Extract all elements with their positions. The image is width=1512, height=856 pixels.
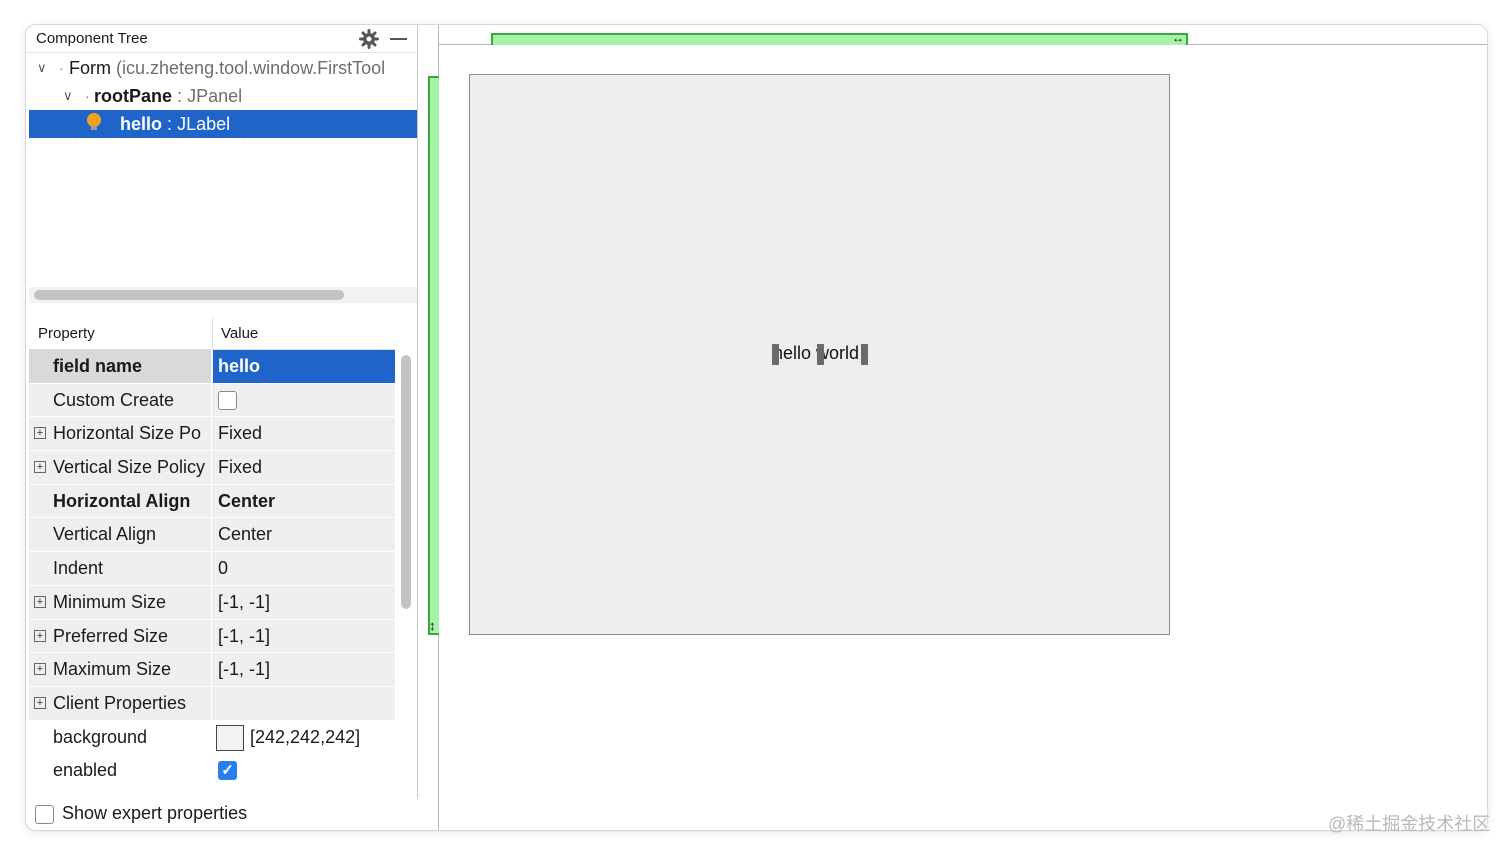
row-ruler-strip: ↕ [419,25,439,830]
selection-handle-middle[interactable] [817,344,824,365]
column-ruler[interactable]: ↔ [491,31,1188,45]
property-value[interactable] [213,687,395,720]
property-value[interactable]: Center [213,518,395,551]
custom-create-checkbox[interactable] [218,390,237,410]
watermark: @稀土掘金技术社区 [1328,814,1491,834]
tree-node-form[interactable]: ∨ · Form (icu.zheteng.tool.window.FirstT… [29,54,417,82]
tree-node-name: rootPane [94,86,173,106]
lightbulb-base [91,126,97,130]
property-name: Custom Create [29,383,212,417]
column-resize-icon[interactable]: ↔ [1172,31,1184,45]
property-value[interactable]: [242,242,242] [250,721,360,753]
property-row-custom-create[interactable]: Custom Create [29,383,395,418]
property-row-vertical-size-policy[interactable]: + Vertical Size Policy Fixed [29,451,395,485]
component-tree: ∨ · Form (icu.zheteng.tool.window.FirstT… [29,54,417,138]
form-designer-canvas[interactable]: ↕ ↔ hello world [419,25,1487,830]
property-name: Vertical Size Policy [53,457,206,478]
show-expert-checkbox[interactable] [35,805,54,824]
left-panel: Component Tree ∨ · Form (icu.zheteng.too… [26,25,418,830]
column-ruler-strip: ↔ [439,25,1487,45]
value-column-header[interactable]: Value [221,317,258,350]
expand-icon[interactable]: + [34,461,46,474]
horizontal-scrollbar[interactable] [29,287,417,303]
expand-icon[interactable]: + [34,696,46,709]
property-name: Client Properties [53,692,187,713]
property-value[interactable]: [-1, -1] [213,653,395,686]
color-swatch[interactable] [216,724,244,751]
selection-handle-left[interactable] [772,344,779,365]
property-value[interactable]: 0 [213,552,395,585]
expand-icon[interactable]: + [34,663,46,676]
property-value[interactable]: Fixed [213,451,395,484]
selection-handle-right[interactable] [861,344,868,365]
row-resize-icon[interactable]: ↕ [429,618,436,633]
property-row-client-properties[interactable]: + Client Properties [29,686,395,721]
property-value-input[interactable]: hello [213,350,395,383]
property-value[interactable]: Fixed [213,417,395,450]
property-name: background [29,720,212,754]
tree-node-dot: · [85,88,90,104]
root-panel[interactable]: hello world [469,74,1170,635]
tree-node-rootpane[interactable]: ∨ · rootPane : JPanel [29,82,417,110]
tree-node-dot: · [59,60,64,76]
property-name: enabled [29,754,212,787]
tree-node-type: JLabel [177,114,231,134]
property-value[interactable]: [-1, -1] [213,586,395,619]
property-row-background[interactable]: background [242,242,242] [29,720,395,755]
property-name: Vertical Align [29,518,212,552]
property-row-horizontal-size-policy[interactable]: + Horizontal Size Po Fixed [29,417,395,452]
scrollbar-thumb[interactable] [34,290,344,300]
property-row-horizontal-align[interactable]: Horizontal Align Center [29,484,395,519]
vertical-scrollbar-thumb[interactable] [401,355,411,609]
expand-icon[interactable]: + [34,427,46,440]
property-name: Horizontal Size Po [53,423,202,444]
tree-node-type: JPanel [187,86,243,106]
tree-node-name: hello [120,114,163,134]
tree-node-separator: : [167,114,173,134]
property-column-header[interactable]: Property [38,317,95,350]
enabled-checkbox[interactable]: ✓ [218,761,237,781]
property-name: Preferred Size [53,625,169,646]
property-value[interactable]: [-1, -1] [213,620,395,653]
lightbulb-icon [87,113,101,127]
gui-designer-window: Component Tree ∨ · Form (icu.zheteng.too… [26,25,1487,830]
property-row-maximum-size[interactable]: + Maximum Size [-1, -1] [29,653,395,687]
gear-icon[interactable] [359,29,379,49]
property-row-minimum-size[interactable]: + Minimum Size [-1, -1] [29,585,395,620]
property-row-vertical-align[interactable]: Vertical Align Center [29,518,395,553]
component-tree-header: Component Tree [26,25,418,53]
minimize-icon[interactable] [390,38,407,40]
component-tree-title: Component Tree [36,30,148,47]
property-name: Indent [29,552,212,585]
property-row-preferred-size[interactable]: + Preferred Size [-1, -1] [29,619,395,654]
property-table: Property Value field name hello Custom C… [29,317,395,799]
property-name: Maximum Size [53,659,172,680]
property-name: Horizontal Align [29,484,212,518]
property-name: field name [29,350,212,383]
property-value[interactable]: Center [213,485,395,518]
properties-footer: Show expert properties [26,799,418,830]
chevron-down-icon[interactable]: ∨ [37,54,47,82]
property-row-enabled[interactable]: enabled ✓ [29,754,395,788]
tree-node-type: (icu.zheteng.tool.window.FirstTool [116,58,386,78]
show-expert-label[interactable]: Show expert properties [62,803,247,824]
tree-node-separator: : [177,86,183,106]
property-row-field-name[interactable]: field name hello [29,350,395,384]
chevron-down-icon[interactable]: ∨ [63,82,73,110]
expand-icon[interactable]: + [34,629,46,642]
expand-icon[interactable]: + [34,595,46,608]
property-table-header: Property Value [29,317,395,350]
tree-node-hello[interactable]: hello : JLabel [29,110,417,138]
property-name: Minimum Size [53,591,167,612]
tree-node-name: Form [69,58,111,78]
row-ruler[interactable]: ↕ [428,76,439,635]
property-row-indent[interactable]: Indent 0 [29,552,395,586]
